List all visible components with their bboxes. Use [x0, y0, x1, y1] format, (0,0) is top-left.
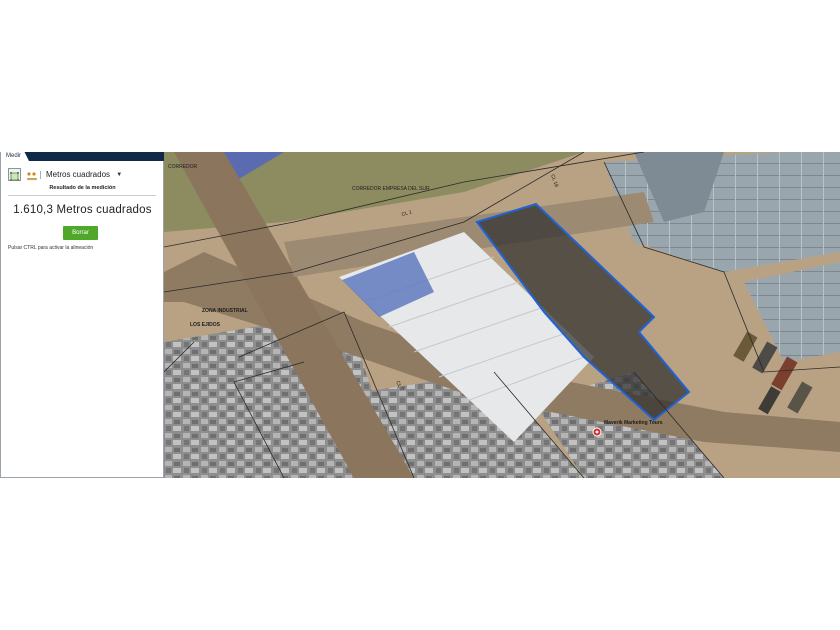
area-measure-icon — [10, 172, 19, 181]
toolbar-separator — [40, 171, 41, 179]
map-label-street-2: CORREDOR EMPRESA DEL SUR — [352, 186, 430, 192]
unit-select[interactable]: Metros cuadrados ▼ — [46, 168, 122, 181]
app-window: Medir Metros cuadrados ▼ Resultado de la… — [0, 152, 840, 478]
map-label-street-1: CORREDOR — [168, 164, 198, 170]
result-divider — [8, 195, 156, 196]
satellite-map[interactable]: CORREDOR CORREDOR EMPRESA DEL SUR ZONA I… — [164, 152, 840, 478]
distance-measure-tool[interactable] — [26, 169, 39, 182]
map-label-zone-1: ZONA INDUSTRIAL — [202, 308, 248, 314]
area-measure-tool[interactable] — [8, 168, 21, 181]
chevron-down-icon: ▼ — [116, 172, 123, 178]
map-label-poi: Maverik Marketing Tours — [604, 420, 663, 426]
result-heading: Resultado de la medición — [49, 185, 116, 191]
tab-measure[interactable]: Medir — [1, 152, 29, 161]
map-label-zone-2: LOS EJIDOS — [190, 322, 221, 328]
measurement-result: 1.610,3 Metros cuadrados — [13, 204, 152, 216]
unit-select-value: Metros cuadrados — [46, 170, 111, 179]
measure-panel: Medir Metros cuadrados ▼ Resultado de la… — [0, 152, 164, 478]
map-view[interactable]: CORREDOR CORREDOR EMPRESA DEL SUR ZONA I… — [164, 152, 840, 478]
snapping-hint: Pulsar CTRL para activar la alineación — [8, 245, 94, 251]
clear-button[interactable]: Borrar — [63, 226, 98, 240]
map-pin-icon[interactable] — [592, 427, 602, 437]
distance-measure-icon — [27, 172, 37, 181]
